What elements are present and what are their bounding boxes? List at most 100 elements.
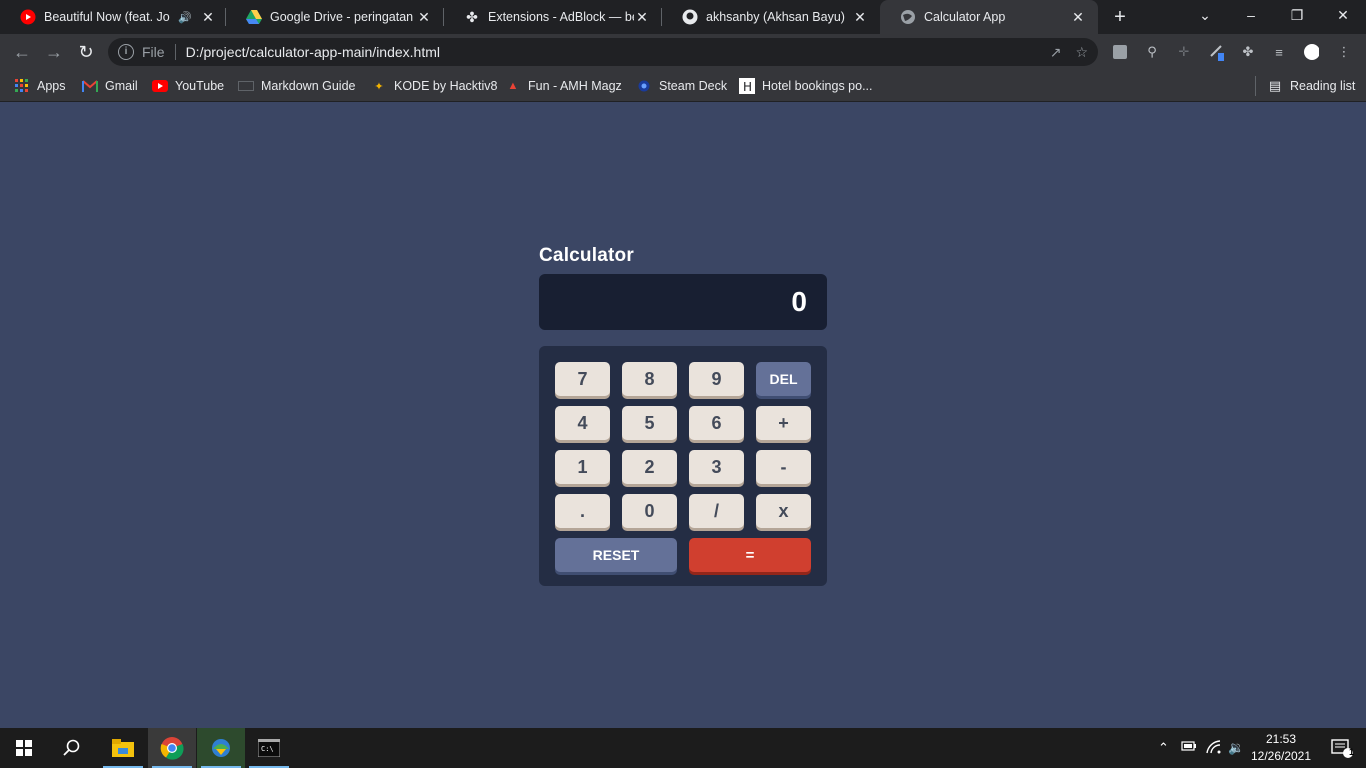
- volume-icon[interactable]: 🔉: [1228, 740, 1244, 756]
- bookmark-steam-deck[interactable]: Steam Deck: [636, 76, 727, 96]
- speaker-icon[interactable]: 🔊: [178, 11, 192, 24]
- back-arrow-icon[interactable]: ←: [8, 38, 36, 66]
- media-control-icon[interactable]: ≡: [1271, 44, 1287, 60]
- bookmark-gmail[interactable]: Gmail: [82, 76, 138, 96]
- bookmark-label: Gmail: [105, 79, 138, 93]
- tab-title: Extensions - AdBlock — best ad blocker: [488, 10, 634, 24]
- bookmark-apps[interactable]: Apps: [14, 76, 66, 96]
- reload-icon[interactable]: ↻: [72, 38, 100, 66]
- decimal-button[interactable]: .: [555, 494, 610, 528]
- bookmark-youtube[interactable]: YouTube: [152, 76, 224, 96]
- bookmark-label: YouTube: [175, 79, 225, 93]
- calculator-page: Calculator 0 7 8 9 DEL 4 5 6 + 1 2 3 - .…: [0, 103, 1366, 728]
- bookmark-label: Markdown Guide: [261, 79, 356, 93]
- download-manager-icon[interactable]: [197, 728, 245, 768]
- steam-icon: [636, 78, 652, 94]
- divide-button[interactable]: /: [689, 494, 744, 528]
- key-7[interactable]: 7: [555, 362, 610, 396]
- address-bar[interactable]: i File D:/project/calculator-app-main/in…: [108, 38, 1098, 66]
- tab-calculator-app[interactable]: Calculator App ✕: [880, 0, 1098, 34]
- wifi-icon[interactable]: [1206, 740, 1222, 757]
- extension-search-icon[interactable]: ⚲: [1144, 44, 1160, 60]
- reading-list-label: Reading list: [1290, 79, 1356, 93]
- share-icon[interactable]: ↗: [1050, 44, 1062, 61]
- clock-date: 12/26/2021: [1250, 749, 1312, 763]
- close-tab-icon[interactable]: ✕: [634, 9, 650, 26]
- browser-tab-strip: Beautiful Now (feat. Jon Bellion) 🔊 ✕ Go…: [0, 0, 1366, 34]
- chrome-taskbar-icon[interactable]: [148, 728, 196, 768]
- plus-button[interactable]: +: [756, 406, 811, 440]
- bookmark-kode-hacktiv8[interactable]: ✦ KODE by Hacktiv8: [371, 76, 497, 96]
- amh-icon: ▲: [507, 80, 519, 92]
- close-tab-icon[interactable]: ✕: [852, 9, 868, 26]
- tab-title: Google Drive - peringatan peretasan: [270, 10, 416, 24]
- gmail-icon: [82, 78, 98, 94]
- minimize-icon[interactable]: –: [1228, 0, 1274, 30]
- tray-overflow-chevron-icon[interactable]: ⌃: [1158, 740, 1169, 756]
- url-text[interactable]: D:/project/calculator-app-main/index.htm…: [186, 44, 440, 60]
- extension-profile-icon[interactable]: [1112, 44, 1128, 60]
- battery-icon[interactable]: [1181, 740, 1197, 755]
- profile-avatar[interactable]: [1303, 44, 1319, 60]
- windows-start-icon[interactable]: [0, 728, 48, 768]
- menu-kebab-icon[interactable]: ⋮: [1336, 44, 1352, 60]
- tab-title: akhsanby (Akhsan Bayu): [706, 10, 845, 24]
- close-tab-icon[interactable]: ✕: [416, 9, 432, 26]
- kode-icon: ✦: [374, 80, 384, 93]
- multiply-button[interactable]: x: [756, 494, 811, 528]
- file-explorer-icon[interactable]: [99, 728, 147, 768]
- bookmarks-bar: Apps Gmail YouTube Markdown Guide ✦ KODE…: [0, 70, 1366, 102]
- reading-list-icon: ▤: [1268, 78, 1282, 93]
- extension-puzzle-icon: ✤: [466, 8, 478, 25]
- bookmark-amh-magz[interactable]: ▲ Fun - AMH Magz: [505, 76, 622, 96]
- minus-button[interactable]: -: [756, 450, 811, 484]
- reading-list-button[interactable]: ▤ Reading list: [1267, 76, 1355, 96]
- key-1[interactable]: 1: [555, 450, 610, 484]
- notification-center-icon[interactable]: 1: [1318, 728, 1366, 768]
- tab-github[interactable]: akhsanby (Akhsan Bayu) ✕: [662, 0, 880, 34]
- info-icon[interactable]: i: [118, 44, 134, 60]
- tab-extensions[interactable]: ✤ Extensions - AdBlock — best ad blocker…: [444, 0, 662, 34]
- restore-icon[interactable]: ❐: [1274, 0, 1320, 30]
- key-5[interactable]: 5: [622, 406, 677, 440]
- notification-count: 1: [1349, 747, 1355, 757]
- extensions-puzzle-icon[interactable]: ✤: [1240, 44, 1256, 60]
- close-tab-icon[interactable]: ✕: [1070, 9, 1086, 26]
- new-tab-button[interactable]: +: [1108, 5, 1132, 29]
- bookmark-hotel-bookings[interactable]: H Hotel bookings po...: [739, 76, 873, 96]
- system-clock[interactable]: 21:53 12/26/2021: [1246, 731, 1316, 765]
- reset-button[interactable]: RESET: [555, 538, 677, 572]
- youtube-icon: [20, 9, 36, 25]
- extension-pen-icon[interactable]: [1208, 44, 1224, 61]
- key-2[interactable]: 2: [622, 450, 677, 484]
- tab-beautiful-now[interactable]: Beautiful Now (feat. Jon Bellion) 🔊 ✕: [0, 0, 226, 34]
- terminal-icon[interactable]: C:\: [245, 728, 293, 768]
- key-6[interactable]: 6: [689, 406, 744, 440]
- google-drive-icon: [246, 9, 262, 25]
- tab-google-drive[interactable]: Google Drive - peringatan peretasan ✕: [226, 0, 444, 34]
- forward-arrow-icon[interactable]: →: [40, 38, 68, 66]
- extension-crosshair-icon[interactable]: ✛: [1176, 44, 1192, 60]
- key-8[interactable]: 8: [622, 362, 677, 396]
- bookmark-star-icon[interactable]: ☆: [1075, 44, 1088, 61]
- close-tab-icon[interactable]: ✕: [200, 9, 216, 26]
- calculator-display: 0: [539, 274, 827, 330]
- apps-grid-icon: [14, 78, 30, 94]
- clock-time: 21:53: [1265, 732, 1297, 746]
- key-9[interactable]: 9: [689, 362, 744, 396]
- equals-button[interactable]: =: [689, 538, 811, 572]
- search-icon[interactable]: [48, 728, 96, 768]
- youtube-icon: [152, 78, 168, 94]
- key-3[interactable]: 3: [689, 450, 744, 484]
- bookmark-label: Fun - AMH Magz: [528, 79, 622, 93]
- bookmark-markdown-guide[interactable]: Markdown Guide: [238, 76, 356, 96]
- display-value: 0: [791, 286, 807, 317]
- calculator-keypad: 7 8 9 DEL 4 5 6 + 1 2 3 - . 0 / x RESET …: [539, 346, 827, 586]
- close-window-icon[interactable]: ✕: [1320, 0, 1366, 30]
- tab-title: Beautiful Now (feat. Jon Bellion): [44, 10, 170, 24]
- key-0[interactable]: 0: [622, 494, 677, 528]
- key-4[interactable]: 4: [555, 406, 610, 440]
- tab-search-icon[interactable]: ⌄: [1182, 0, 1228, 30]
- delete-button[interactable]: DEL: [756, 362, 811, 396]
- github-icon: [682, 9, 698, 25]
